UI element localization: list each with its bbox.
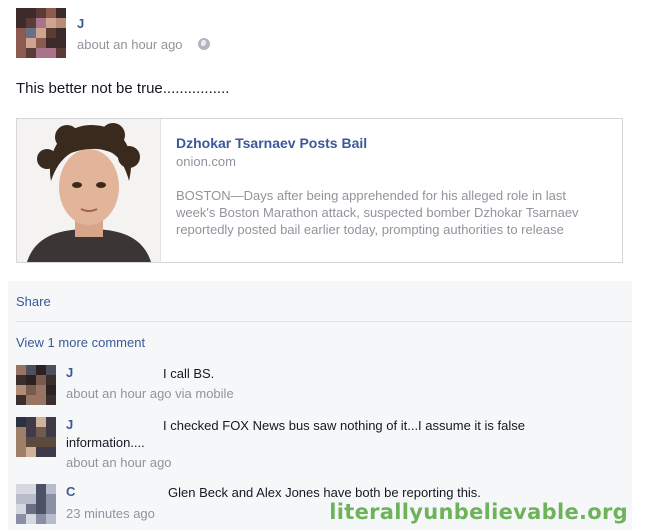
comment-meta[interactable]: 23 minutes ago xyxy=(66,506,155,521)
post-text: This better not be true................ xyxy=(16,80,230,97)
comment-text: Glen Beck and Alex Jones have both be re… xyxy=(168,485,481,500)
comment: J I call BS. about an hour ago via mobil… xyxy=(16,365,616,405)
avatar[interactable] xyxy=(16,365,56,405)
link-domain: onion.com xyxy=(176,154,236,169)
comment-text: I checked FOX News bus saw nothing of it… xyxy=(66,418,525,450)
comment-meta[interactable]: about an hour ago via mobile xyxy=(66,386,234,401)
link-preview-card[interactable]: Dzhokar Tsarnaev Posts Bail onion.com BO… xyxy=(16,118,623,263)
post-header: J about an hour ago xyxy=(16,8,416,58)
person-photo xyxy=(17,119,160,262)
avatar[interactable] xyxy=(16,8,66,58)
link-description: BOSTON—Days after being apprehended for … xyxy=(176,188,579,237)
divider xyxy=(16,321,632,322)
globe-icon xyxy=(198,38,210,50)
comments-panel: Share View 1 more comment J I call BS. a… xyxy=(8,281,632,530)
comment: J I checked FOX News bus saw nothing of … xyxy=(16,417,616,471)
share-button[interactable]: Share xyxy=(16,294,51,309)
comment-meta[interactable]: about an hour ago xyxy=(66,455,172,470)
watermark: literallyunbelievable.org xyxy=(329,500,628,524)
avatar[interactable] xyxy=(16,417,56,457)
post-timestamp[interactable]: about an hour ago xyxy=(77,37,183,52)
avatar[interactable] xyxy=(16,484,56,524)
link-title[interactable]: Dzhokar Tsarnaev Posts Bail xyxy=(176,135,367,151)
post-author[interactable]: J xyxy=(77,16,84,31)
link-thumbnail[interactable] xyxy=(17,119,161,262)
view-more-comments-link[interactable]: View 1 more comment xyxy=(16,335,145,350)
comment-text: I call BS. xyxy=(163,366,215,381)
